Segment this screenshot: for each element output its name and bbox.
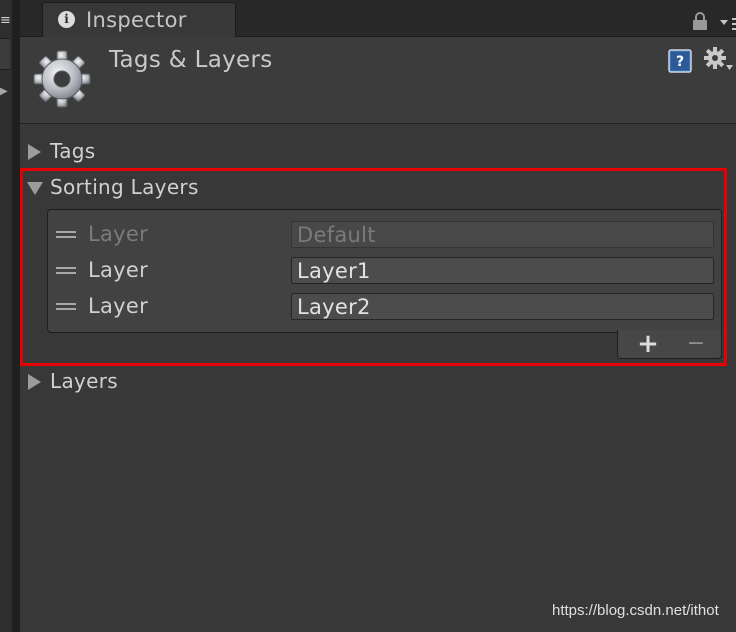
adjacent-panel-tab[interactable]	[0, 38, 10, 70]
tab-bar: i Inspector	[20, 0, 736, 38]
tab-title: Inspector	[86, 8, 187, 32]
info-icon: i	[58, 11, 75, 28]
page-title: Tags & Layers	[109, 47, 273, 73]
svg-text:?: ?	[676, 54, 684, 70]
adjacent-panel-strip: ≡ ▶	[0, 0, 12, 632]
gear-icon	[32, 49, 92, 109]
panel-menu-icon[interactable]: ≡	[0, 14, 11, 27]
watermark: https://blog.csdn.net/ithot	[552, 602, 719, 619]
inspector-header: Tags & Layers ?	[20, 37, 736, 124]
help-icon[interactable]: ?	[668, 49, 692, 73]
collapsed-arrow-icon	[28, 144, 41, 160]
panel-splitter[interactable]	[12, 0, 20, 632]
expand-arrow-icon[interactable]: ▶	[0, 86, 8, 97]
tab-inspector[interactable]: i Inspector	[42, 2, 236, 38]
tab-menu-icon[interactable]	[720, 15, 736, 31]
foldout-label: Tags	[50, 139, 96, 163]
foldout-label: Layers	[50, 369, 118, 393]
highlight-frame	[20, 168, 727, 366]
lock-icon[interactable]	[692, 12, 708, 30]
collapsed-arrow-icon	[28, 374, 41, 390]
settings-icon[interactable]	[704, 47, 734, 73]
